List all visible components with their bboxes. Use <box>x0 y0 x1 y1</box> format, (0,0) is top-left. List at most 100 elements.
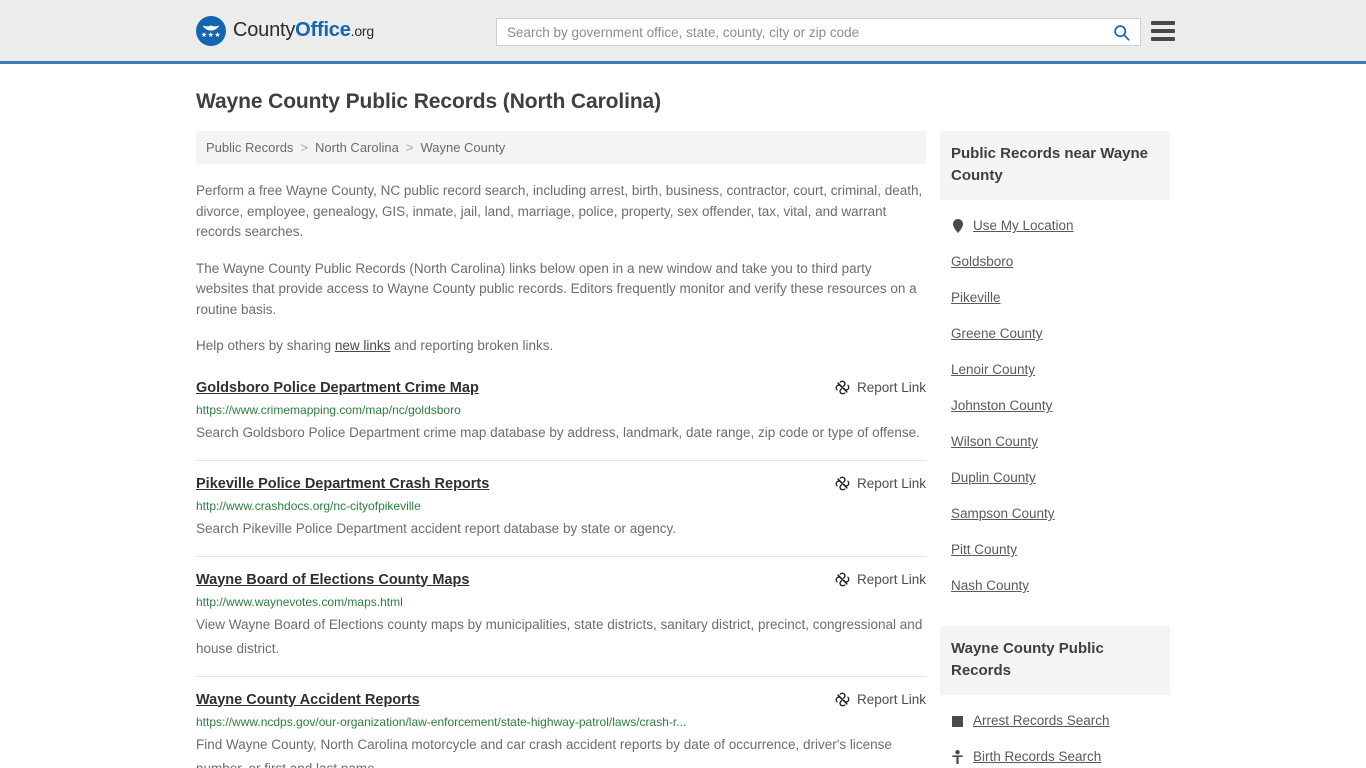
search-input[interactable] <box>507 24 1111 40</box>
sidebar-item-greene-county[interactable]: Greene County <box>940 316 1170 352</box>
report-link-button[interactable]: Report Link <box>835 380 926 395</box>
intro-p3-before: Help others by sharing <box>196 338 335 353</box>
sidebar-item-duplin-county[interactable]: Duplin County <box>940 460 1170 496</box>
result-url: http://www.waynevotes.com/maps.html <box>196 594 403 609</box>
result-description: View Wayne Board of Elections county map… <box>196 616 923 656</box>
sidebar-link-label[interactable]: Nash County <box>951 577 1029 595</box>
hamburger-menu-icon[interactable] <box>1151 21 1175 41</box>
result-url: http://www.crashdocs.org/nc-cityofpikevi… <box>196 498 421 513</box>
intro-paragraph-1: Perform a free Wayne County, NC public r… <box>196 183 923 239</box>
result-header: Wayne Board of Elections County Maps Rep… <box>196 571 926 589</box>
sidebar-item-pitt-county[interactable]: Pitt County <box>940 532 1170 568</box>
result-item: Goldsboro Police Department Crime Map Re… <box>196 379 926 461</box>
sidebar-item-nash-county[interactable]: Nash County <box>940 568 1170 604</box>
brand-part-office: Office <box>295 19 351 41</box>
sidebar-item-arrest-records-search[interactable]: Arrest Records Search <box>940 703 1170 739</box>
sidebar-item-pikeville[interactable]: Pikeville <box>940 280 1170 316</box>
sidebar-link-label[interactable]: Johnston County <box>951 397 1052 415</box>
stars-icon: ★★★ <box>200 31 222 39</box>
result-item: Wayne Board of Elections County Maps Rep… <box>196 571 926 677</box>
result-title-link[interactable]: Wayne Board of Elections County Maps <box>196 571 469 589</box>
results-list: Goldsboro Police Department Crime Map Re… <box>196 379 926 768</box>
report-link-button[interactable]: Report Link <box>835 692 926 707</box>
result-item: Wayne County Accident Reports Report Lin… <box>196 691 926 768</box>
broken-link-icon <box>835 476 850 490</box>
breadcrumb-item-public-records[interactable]: Public Records <box>206 140 293 155</box>
report-link-label: Report Link <box>856 475 926 491</box>
result-url: https://www.crimemapping.com/map/nc/gold… <box>196 402 461 417</box>
intro-paragraph-2: The Wayne County Public Records (North C… <box>196 260 917 317</box>
report-link-label: Report Link <box>856 379 926 395</box>
intro-p3-after: and reporting broken links. <box>390 338 554 353</box>
sidebar-item-wilson-county[interactable]: Wilson County <box>940 424 1170 460</box>
sidebar-item-johnston-county[interactable]: Johnston County <box>940 388 1170 424</box>
sidebar-link-label[interactable]: Lenoir County <box>951 361 1035 379</box>
hamburger-bar <box>1151 37 1175 41</box>
brand-part-county: County <box>233 19 296 41</box>
sidebar-link-label[interactable]: Use My Location <box>973 217 1074 235</box>
sidebar-nearby-title: Public Records near Wayne County <box>940 131 1170 200</box>
result-description: Search Pikeville Police Department accid… <box>196 520 677 536</box>
sidebar-link-label[interactable]: Pikeville <box>951 289 1001 307</box>
breadcrumb: Public Records > North Carolina > Wayne … <box>196 131 926 164</box>
search-button[interactable] <box>1111 24 1132 41</box>
fingerprint-square-icon <box>951 715 964 727</box>
baby-person-icon <box>951 750 964 764</box>
result-title-link[interactable]: Goldsboro Police Department Crime Map <box>196 379 479 397</box>
intro-text: Perform a free Wayne County, NC public r… <box>196 181 926 357</box>
sidebar-item-use-my-location[interactable]: Use My Location <box>940 208 1170 244</box>
result-title-link[interactable]: Pikeville Police Department Crash Report… <box>196 475 489 493</box>
broken-link-icon <box>835 380 850 394</box>
sidebar-item-goldsboro[interactable]: Goldsboro <box>940 244 1170 280</box>
result-header: Pikeville Police Department Crash Report… <box>196 475 926 493</box>
page-container: Wayne County Public Records (North Carol… <box>0 90 1366 768</box>
result-header: Wayne County Accident Reports Report Lin… <box>196 691 926 709</box>
content-layout: Public Records > North Carolina > Wayne … <box>196 131 1170 768</box>
result-header: Goldsboro Police Department Crime Map Re… <box>196 379 926 397</box>
sidebar-link-label[interactable]: Goldsboro <box>951 253 1013 271</box>
sidebar-item-birth-records-search[interactable]: Birth Records Search <box>940 739 1170 768</box>
report-link-button[interactable]: Report Link <box>835 572 926 587</box>
sidebar-records-list: Arrest Records Search Birth Records Sear… <box>940 695 1170 768</box>
sidebar-link-label[interactable]: Sampson County <box>951 505 1055 523</box>
intro-paragraph-3: Help others by sharing new links and rep… <box>196 336 926 357</box>
breadcrumb-separator: > <box>405 140 414 155</box>
brand-wordmark: CountyOffice.org <box>233 19 374 42</box>
sidebar-nearby-list: Use My Location Goldsboro Pikeville Gree… <box>940 200 1170 604</box>
breadcrumb-separator: > <box>300 140 309 155</box>
report-link-label: Report Link <box>856 571 926 587</box>
search-icon <box>1114 24 1130 41</box>
sidebar-item-lenoir-county[interactable]: Lenoir County <box>940 352 1170 388</box>
broken-link-icon <box>835 572 850 586</box>
sidebar-link-label[interactable]: Wilson County <box>951 433 1038 451</box>
main-column: Public Records > North Carolina > Wayne … <box>196 131 926 768</box>
result-item: Pikeville Police Department Crash Report… <box>196 475 926 557</box>
report-link-label: Report Link <box>856 691 926 707</box>
hamburger-bar <box>1151 29 1175 33</box>
sidebar: Public Records near Wayne County Use My … <box>940 131 1170 768</box>
sidebar-records-title: Wayne County Public Records <box>940 626 1170 695</box>
sidebar-link-label[interactable]: Arrest Records Search <box>973 712 1110 730</box>
search-bar[interactable] <box>496 18 1141 46</box>
site-logo[interactable]: ★★★ CountyOffice.org <box>196 15 374 46</box>
result-description: Find Wayne County, North Carolina motorc… <box>196 736 892 768</box>
sidebar-link-label[interactable]: Greene County <box>951 325 1043 343</box>
sidebar-panel-nearby: Public Records near Wayne County Use My … <box>940 131 1170 604</box>
sidebar-item-sampson-county[interactable]: Sampson County <box>940 496 1170 532</box>
broken-link-icon <box>835 692 850 706</box>
new-links-link[interactable]: new links <box>335 338 391 353</box>
sidebar-link-label[interactable]: Pitt County <box>951 541 1017 559</box>
hamburger-bar <box>1151 21 1175 25</box>
sidebar-panel-records: Wayne County Public Records Arrest Recor… <box>940 626 1170 768</box>
sidebar-link-label[interactable]: Birth Records Search <box>973 748 1101 766</box>
result-description: Search Goldsboro Police Department crime… <box>196 424 920 440</box>
report-link-button[interactable]: Report Link <box>835 476 926 491</box>
eagle-shield-icon: ★★★ <box>196 15 226 46</box>
result-title-link[interactable]: Wayne County Accident Reports <box>196 691 420 709</box>
breadcrumb-item-north-carolina[interactable]: North Carolina <box>315 140 399 155</box>
page-title: Wayne County Public Records (North Carol… <box>196 90 662 113</box>
sidebar-link-label[interactable]: Duplin County <box>951 469 1036 487</box>
map-pin-icon <box>951 219 964 233</box>
breadcrumb-item-wayne-county: Wayne County <box>420 140 506 155</box>
result-url: https://www.ncdps.gov/our-organization/l… <box>196 714 687 729</box>
